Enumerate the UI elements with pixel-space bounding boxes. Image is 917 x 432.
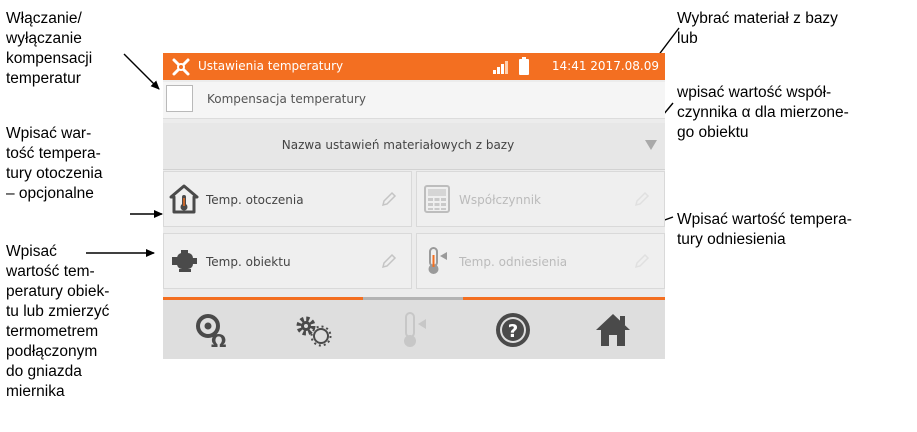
- tab-resistance[interactable]: Ω: [163, 300, 263, 359]
- svg-text:?: ?: [508, 321, 518, 342]
- object-temp-label: Temp. obiektu: [206, 255, 291, 269]
- annotation-ambient-temp: Wpisać war- tość tempera- tury otoczenia…: [6, 125, 103, 202]
- tab-help[interactable]: ?: [463, 300, 563, 359]
- annotation-reference-temp: Wpisać wartość tempera- tury odniesienia: [677, 211, 852, 248]
- calculator-icon: [424, 185, 450, 213]
- screen-title: Ustawienia temperatury: [198, 59, 344, 73]
- material-database-label: Nazwa ustawień materiałowych z bazy: [281, 138, 515, 152]
- annotation-compensation-toggle: Włączanie/ wyłączanie kompensacji temper…: [6, 10, 93, 87]
- help-icon: ?: [496, 312, 530, 347]
- signal-icon: [493, 61, 508, 74]
- tab-temperature[interactable]: [363, 300, 463, 359]
- house-thermometer-icon: [169, 184, 199, 214]
- tab-home[interactable]: [563, 300, 663, 359]
- edit-pencil-icon[interactable]: [381, 253, 397, 269]
- status-bar: Ustawienia temperatury 14:41 2017.08.09: [163, 53, 665, 80]
- coefficient-label: Współczynnik: [459, 193, 541, 207]
- compensation-checkbox[interactable]: [166, 85, 193, 112]
- bottom-tab-bar: Ω ?: [163, 297, 665, 359]
- ambient-temp-tile[interactable]: Temp. otoczenia: [163, 171, 412, 227]
- tab-settings[interactable]: [263, 300, 363, 359]
- thermometer-icon: [404, 311, 426, 347]
- reference-temp-label: Temp. odniesienia: [459, 255, 568, 269]
- annotation-coefficient: wpisać wartość współ- czynnika α dla mie…: [677, 84, 849, 141]
- coefficient-tile[interactable]: Współczynnik: [416, 171, 665, 227]
- gears-icon: [296, 316, 332, 346]
- object-temp-tile[interactable]: Temp. obiektu: [163, 233, 412, 289]
- edit-pencil-icon[interactable]: [634, 191, 650, 207]
- annotation-material-db: Wybrać materiał z bazy lub: [677, 10, 838, 47]
- home-icon: [596, 313, 630, 346]
- edit-pencil-icon[interactable]: [634, 253, 650, 269]
- arrow-to-checkbox: [123, 53, 160, 90]
- ambient-temp-label: Temp. otoczenia: [206, 193, 304, 207]
- status-time: 14:41 2017.08.09: [551, 59, 659, 73]
- compensation-row[interactable]: Kompensacja temperatury: [163, 82, 665, 119]
- edit-pencil-icon[interactable]: [381, 191, 397, 207]
- resistance-icon: Ω: [196, 313, 226, 350]
- thermometer-icon: [428, 247, 447, 274]
- svg-text:Ω: Ω: [211, 331, 226, 350]
- compensation-label: Kompensacja temperatury: [207, 92, 367, 106]
- annotation-object-temp: Wpisać wartość tem- peratury obiek- tu l…: [6, 243, 110, 400]
- material-database-select[interactable]: Nazwa ustawień materiałowych z bazy: [163, 123, 665, 170]
- motor-icon: [172, 250, 197, 272]
- device-screen: Ustawienia temperatury 14:41 2017.08.09 …: [163, 53, 665, 359]
- reference-temp-tile[interactable]: Temp. odniesienia: [416, 233, 665, 289]
- battery-icon: [519, 57, 529, 75]
- settings-icon: [172, 58, 190, 76]
- chevron-down-icon: [645, 140, 657, 150]
